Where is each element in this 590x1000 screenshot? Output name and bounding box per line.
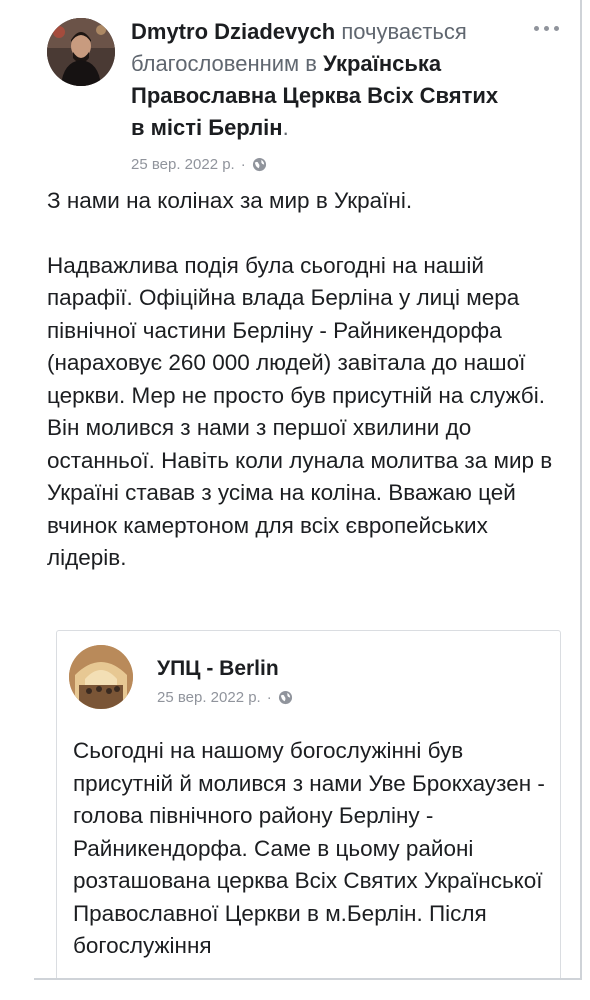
more-options-icon[interactable]	[534, 26, 559, 31]
shared-post-text: Сьогодні на нашому богослужінні був прис…	[73, 738, 545, 958]
post-meta: 25 вер. 2022 р. ·	[131, 156, 267, 173]
shared-page-avatar-image	[69, 645, 133, 709]
post-author-line: Dmytro Dziadevych почувається благослове…	[131, 16, 511, 144]
post-body: З нами на колінах за мир в Україні. Надв…	[47, 185, 567, 575]
post-paragraph-2: Надважлива подія була сьогодні на нашій …	[47, 252, 553, 571]
author-avatar-image	[47, 18, 115, 86]
shared-meta: 25 вер. 2022 р. ·	[157, 689, 293, 706]
post-date[interactable]: 25 вер. 2022 р.	[131, 156, 235, 173]
shared-page-avatar[interactable]	[69, 645, 133, 709]
post-card: Dmytro Dziadevych почувається благослове…	[34, 0, 582, 980]
post-header: Dmytro Dziadevych почувається благослове…	[47, 12, 567, 182]
page-suffix: .	[282, 115, 289, 140]
truncation-fade	[57, 961, 560, 978]
author-name[interactable]: Dmytro Dziadevych	[131, 19, 335, 44]
post-paragraph-1: З нами на колінах за мир в Україні.	[47, 188, 413, 213]
shared-meta-separator: ·	[266, 689, 272, 706]
shared-page-name[interactable]: УПЦ - Berlin	[157, 657, 279, 681]
shared-post[interactable]: УПЦ - Berlin 25 вер. 2022 р. · Сьогодні …	[56, 630, 561, 978]
meta-separator: ·	[240, 156, 246, 173]
author-avatar[interactable]	[47, 18, 115, 86]
shared-date[interactable]: 25 вер. 2022 р.	[157, 689, 261, 706]
globe-icon	[278, 690, 293, 705]
globe-icon	[252, 157, 267, 172]
